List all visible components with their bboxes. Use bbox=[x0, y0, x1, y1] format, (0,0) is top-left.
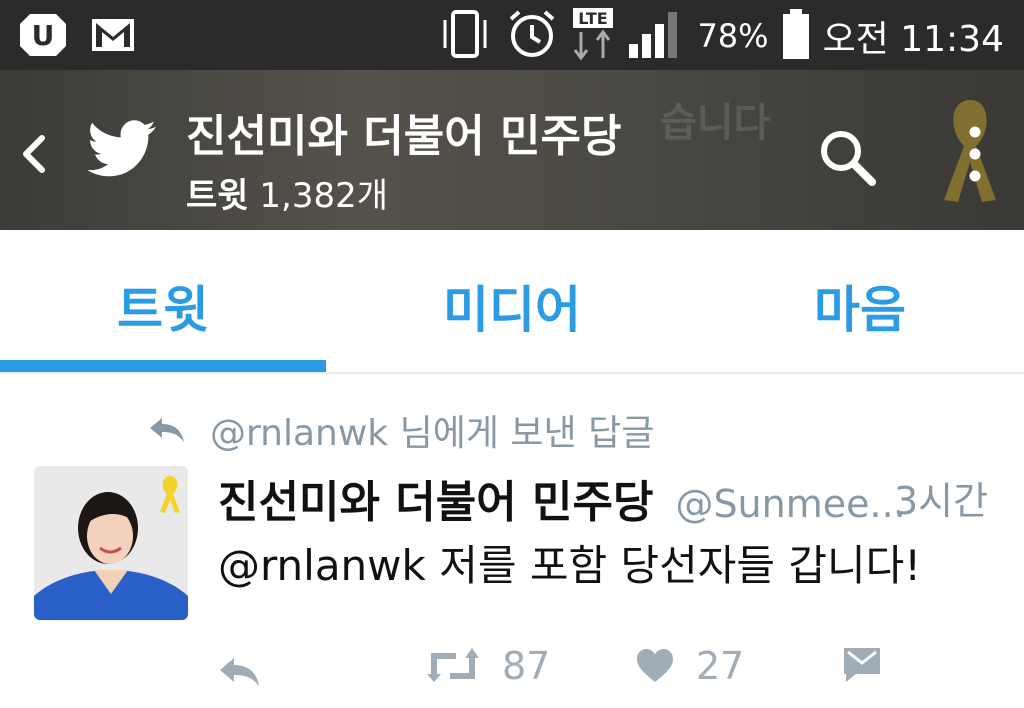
twitter-bird-icon bbox=[86, 120, 158, 182]
tweet-author-name[interactable]: 진선미와 더불어 민주당 bbox=[218, 477, 653, 528]
status-bar: U LTE 78% 오전 11:34 bbox=[0, 0, 1024, 70]
tweet-actions: 87 27 bbox=[0, 644, 1024, 704]
retweet-count: 87 bbox=[502, 644, 551, 688]
clock: 오전 11:34 bbox=[822, 19, 1004, 60]
tweet-item[interactable]: @rnlanwk 님에게 보낸 답글 진선미와 더불어 민주당 @Sunmee.… bbox=[0, 374, 1024, 708]
tweets-label: 트윗 bbox=[186, 176, 249, 216]
active-tab-indicator bbox=[0, 360, 326, 372]
avatar[interactable] bbox=[34, 466, 188, 620]
retweet-icon bbox=[427, 648, 479, 682]
profile-header: 습니다 진선미와 더불어 민주당 트윗 1,382개 bbox=[0, 70, 1024, 230]
retweet-button[interactable]: 87 bbox=[426, 644, 550, 688]
back-button[interactable] bbox=[18, 134, 50, 178]
tweet-text: @rnlanwk 저를 포함 당선자들 갑니다! bbox=[218, 532, 921, 593]
direct-message-button[interactable] bbox=[842, 644, 882, 682]
more-options-button[interactable] bbox=[962, 124, 988, 188]
header-title: 진선미와 더불어 민주당 bbox=[186, 111, 622, 162]
more-vertical-icon bbox=[969, 126, 981, 182]
tab-tweets[interactable]: 트윗 bbox=[13, 270, 313, 342]
battery-icon bbox=[781, 7, 811, 65]
header-background-text: 습니다 bbox=[660, 100, 771, 146]
like-button[interactable]: 27 bbox=[636, 644, 744, 688]
tweet-body: 저를 포함 당선자들 갑니다! bbox=[439, 541, 922, 590]
signal-icon bbox=[627, 8, 685, 64]
alarm-icon bbox=[505, 7, 559, 65]
reply-to-text: @rnlanwk 님에게 보낸 답글 bbox=[210, 413, 655, 454]
envelope-icon bbox=[844, 648, 880, 682]
reply-arrow-icon bbox=[150, 418, 184, 442]
search-icon bbox=[821, 131, 876, 186]
reply-icon bbox=[220, 658, 259, 686]
heart-icon bbox=[637, 649, 673, 682]
svg-text:LTE: LTE bbox=[579, 9, 608, 28]
tweet-mention[interactable]: @rnlanwk bbox=[218, 541, 426, 590]
tweet-author-handle[interactable]: @Sunmee... bbox=[675, 482, 905, 526]
tab-media[interactable]: 미디어 bbox=[362, 270, 662, 342]
vibrate-icon bbox=[437, 6, 493, 66]
tab-likes[interactable]: 마음 bbox=[710, 270, 1010, 342]
svg-text:U: U bbox=[32, 19, 55, 52]
uplus-icon: U bbox=[18, 12, 68, 62]
gmail-icon bbox=[90, 15, 136, 59]
battery-percent: 78% bbox=[697, 17, 769, 55]
header-subtitle: 트윗 1,382개 bbox=[186, 168, 388, 217]
lte-icon: LTE bbox=[571, 6, 615, 66]
reply-context: @rnlanwk 님에게 보낸 답글 bbox=[148, 404, 654, 456]
search-button[interactable] bbox=[816, 126, 878, 192]
reply-button[interactable] bbox=[218, 654, 262, 688]
like-count: 27 bbox=[696, 644, 745, 688]
tweets-count: 1,382개 bbox=[259, 176, 388, 216]
profile-tabs: 트윗 미디어 마음 bbox=[0, 232, 1024, 374]
tweet-timestamp: 3시간 bbox=[894, 479, 989, 523]
tweet-header: 진선미와 더불어 민주당 @Sunmee... 3시간 bbox=[218, 466, 988, 530]
